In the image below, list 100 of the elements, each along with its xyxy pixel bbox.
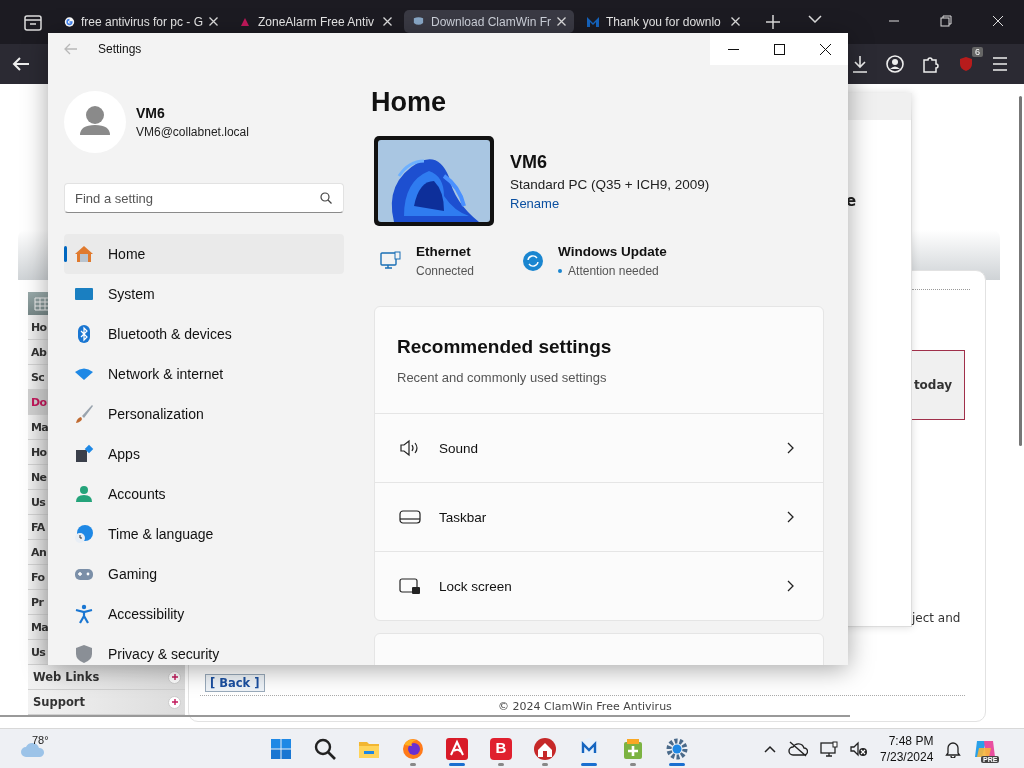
running-indicator (630, 762, 636, 766)
maximize-icon[interactable] (773, 43, 785, 55)
nav-item[interactable]: Accessibility (64, 594, 344, 634)
page-heading: Home (371, 87, 447, 118)
running-indicator (498, 762, 504, 766)
nav-item[interactable]: Network & internet (64, 354, 344, 394)
tab-list-icon[interactable] (24, 15, 42, 31)
sidebar-link[interactable]: Ma (28, 415, 48, 440)
settings-row[interactable]: Lock screen (375, 552, 823, 620)
restore-icon[interactable] (940, 15, 952, 27)
nav-item[interactable]: Time & language (64, 514, 344, 554)
nav-item[interactable]: Accounts (64, 474, 344, 514)
puzzle-icon[interactable] (922, 55, 940, 73)
running-indicator (542, 762, 548, 766)
search-icon (320, 192, 332, 204)
sidebar-link[interactable]: Web Links (28, 665, 185, 690)
favicon-icon (64, 14, 75, 29)
device-model: Standard PC (Q35 + ICH9, 2009) (510, 176, 710, 192)
avatar-icon (64, 91, 126, 153)
nav-icon (74, 484, 94, 504)
sidebar-link[interactable]: Us (28, 490, 48, 515)
b-app-icon (489, 736, 513, 761)
sidebar-link[interactable]: Support (28, 690, 185, 715)
close-tab-icon[interactable] (557, 17, 566, 26)
account-icon[interactable] (886, 55, 904, 73)
status-title: Ethernet (416, 244, 472, 259)
browser-tab[interactable]: Thank you for downlo (578, 10, 748, 33)
sidebar-link[interactable]: Ho (28, 440, 48, 465)
sidebar-link[interactable]: Fo (28, 565, 48, 590)
settings-row[interactable]: Taskbar (375, 483, 823, 552)
chevron-up-icon[interactable] (764, 744, 776, 753)
count-badge: 6 (972, 47, 983, 57)
taskbar-button[interactable]: B (479, 729, 523, 768)
bell-icon[interactable] (945, 739, 962, 758)
back-arrow-icon[interactable] (12, 56, 30, 72)
sidebar-link[interactable]: Pr (28, 590, 48, 615)
nav-item[interactable]: Privacy & security (64, 634, 344, 665)
chevron-right-icon (787, 511, 795, 523)
close-icon[interactable] (819, 43, 831, 55)
sync-icon (522, 250, 545, 272)
rename-link[interactable]: Rename (510, 195, 710, 211)
installer-icon (621, 736, 645, 761)
nav-item[interactable]: Home (64, 234, 344, 274)
sidebar-link[interactable]: An (28, 540, 48, 565)
speaker-muted-icon[interactable] (850, 740, 868, 757)
new-tab-icon[interactable] (766, 15, 780, 29)
close-tab-icon[interactable] (209, 17, 218, 26)
settings-icon (665, 736, 689, 761)
speaker-icon (399, 439, 421, 457)
page-text: ject and (912, 611, 961, 625)
shield-app-icon (577, 736, 601, 761)
nav-item[interactable]: Gaming (64, 554, 344, 594)
close-tab-icon[interactable] (383, 17, 392, 26)
back-arrow-icon (64, 43, 78, 55)
device-name: VM6 (510, 151, 548, 173)
card-subtitle: Recent and commonly used settings (397, 369, 608, 385)
window-title: Settings (98, 42, 142, 56)
status-detail: Connected (416, 264, 475, 278)
close-tab-icon[interactable] (731, 17, 740, 26)
chevron-right-icon (787, 580, 795, 592)
back-link[interactable]: [ Back ] (205, 674, 265, 692)
clock[interactable]: 7:48 PM 7/23/2024 (880, 732, 934, 765)
sidebar-link[interactable]: FA (28, 515, 48, 540)
chevron-down-icon[interactable] (808, 15, 822, 23)
browser-tab[interactable]: free antivirus for pc - G (56, 10, 226, 33)
favicon-icon (586, 14, 600, 29)
download-icon[interactable] (852, 55, 868, 73)
nav-item[interactable]: Personalization (64, 394, 344, 434)
sidebar-link[interactable]: Ho (28, 315, 48, 340)
browser-tab[interactable]: ZoneAlarm Free Antiv (230, 10, 400, 33)
nav-item[interactable]: Apps (64, 434, 344, 474)
scrollbar[interactable] (1019, 96, 1022, 446)
sidebar-link[interactable]: Ab (28, 340, 48, 365)
expand-icon[interactable] (168, 695, 181, 709)
expand-icon[interactable] (168, 670, 181, 684)
status-detail: Attention needed (558, 264, 667, 278)
sidebar-link[interactable]: Us (28, 640, 48, 665)
monitor-icon[interactable] (820, 740, 838, 757)
nav-icon (74, 444, 94, 464)
extension-button[interactable]: 6 (958, 47, 983, 72)
cloud-off-icon[interactable] (788, 740, 808, 757)
nav-icon (74, 244, 94, 264)
sidebar-link[interactable]: Ne (28, 465, 48, 490)
sidebar-link[interactable]: Do (28, 390, 48, 415)
status-title: Windows Update (558, 244, 667, 259)
browser-tab[interactable]: Download ClamWin Fr (404, 10, 574, 33)
settings-row[interactable]: Sound (375, 414, 823, 483)
download-banner[interactable]: today (912, 350, 965, 420)
nav-item[interactable]: Bluetooth & devices (64, 314, 344, 354)
search-field[interactable]: Find a setting (64, 183, 344, 213)
network-icon (380, 250, 402, 272)
user-email: VM6@collabnet.local (136, 125, 249, 139)
sidebar-link[interactable]: Ma (28, 615, 48, 640)
nav-item[interactable]: System (64, 274, 344, 314)
sidebar-link[interactable]: Sc (28, 365, 48, 390)
shield-icon (958, 56, 974, 72)
nav-icon (74, 404, 94, 424)
menu-icon[interactable] (992, 57, 1008, 71)
card-title: Recommended settings (397, 335, 613, 358)
nav-icon (74, 524, 94, 544)
